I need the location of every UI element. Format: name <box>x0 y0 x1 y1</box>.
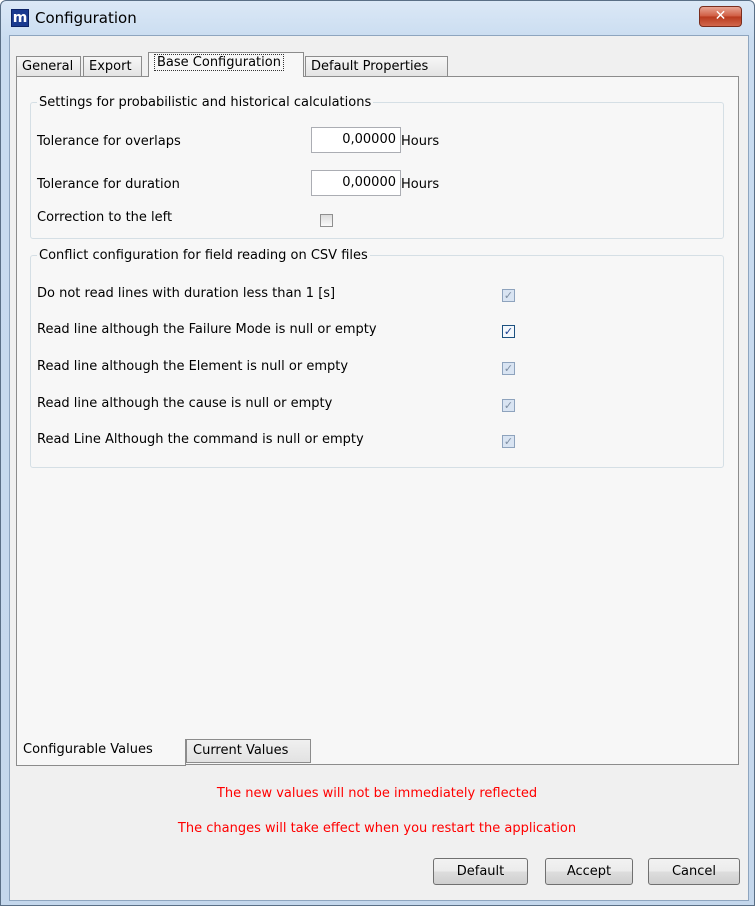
tolerance-overlaps-label: Tolerance for overlaps <box>37 134 181 149</box>
csv-option-label: Do not read lines with duration less tha… <box>37 286 336 301</box>
tab-general[interactable]: General <box>16 56 81 76</box>
tab-label: Export <box>89 59 132 74</box>
group-title: Settings for probabilistic and historica… <box>37 94 374 111</box>
cancel-button[interactable]: Cancel <box>648 858 740 885</box>
close-button[interactable]: ✕ <box>699 6 742 27</box>
app-icon: m <box>11 9 29 27</box>
tolerance-duration-unit: Hours <box>401 177 440 192</box>
tolerance-overlaps-unit: Hours <box>401 134 440 149</box>
csv-option-checkbox[interactable]: ✓ <box>502 325 515 338</box>
csv-option-label: Read line although the Element is null o… <box>37 359 349 374</box>
csv-option-checkbox[interactable]: ✓ <box>502 362 515 375</box>
tab-export[interactable]: Export <box>83 56 142 76</box>
tolerance-duration-label: Tolerance for duration <box>37 177 180 192</box>
restart-message: The changes will take effect when you re… <box>177 821 577 836</box>
tab-label: General <box>22 59 74 74</box>
csv-option-checkbox[interactable]: ✓ <box>502 435 515 448</box>
csv-option-checkbox[interactable]: ✓ <box>502 399 515 412</box>
csv-option-checkbox[interactable]: ✓ <box>502 289 515 302</box>
csv-option-label: Read line although the cause is null or … <box>37 396 333 411</box>
tab-configurable-values[interactable]: Configurable Values <box>16 739 186 766</box>
correction-left-checkbox[interactable] <box>320 214 333 227</box>
base-configuration-panel: Settings for probabilistic and historica… <box>16 76 739 765</box>
tolerance-duration-input[interactable]: 0,00000 <box>311 170 401 196</box>
csv-option-label: Read line although the Failure Mode is n… <box>37 322 377 337</box>
tab-current-values[interactable]: Current Values <box>186 739 311 763</box>
tab-label: Base Configuration <box>154 54 284 71</box>
accept-button[interactable]: Accept <box>545 858 633 885</box>
tab-default-properties[interactable]: Default Properties <box>305 56 448 76</box>
window-title: Configuration <box>35 9 137 27</box>
correction-left-label: Correction to the left <box>37 210 173 225</box>
tab-label: Default Properties <box>311 59 429 74</box>
default-button[interactable]: Default <box>433 858 528 885</box>
csv-option-label: Read Line Although the command is null o… <box>37 432 364 447</box>
tab-base-configuration[interactable]: Base Configuration <box>148 52 304 77</box>
warning-message: The new values will not be immediately r… <box>216 786 538 801</box>
csv-conflict-group: Conflict configuration for field reading… <box>30 247 724 468</box>
tolerance-overlaps-input[interactable]: 0,00000 <box>311 127 401 153</box>
probabilistic-settings-group: Settings for probabilistic and historica… <box>30 94 724 239</box>
title-bar[interactable]: m Configuration ✕ <box>1 1 754 35</box>
group-title: Conflict configuration for field reading… <box>37 247 370 264</box>
